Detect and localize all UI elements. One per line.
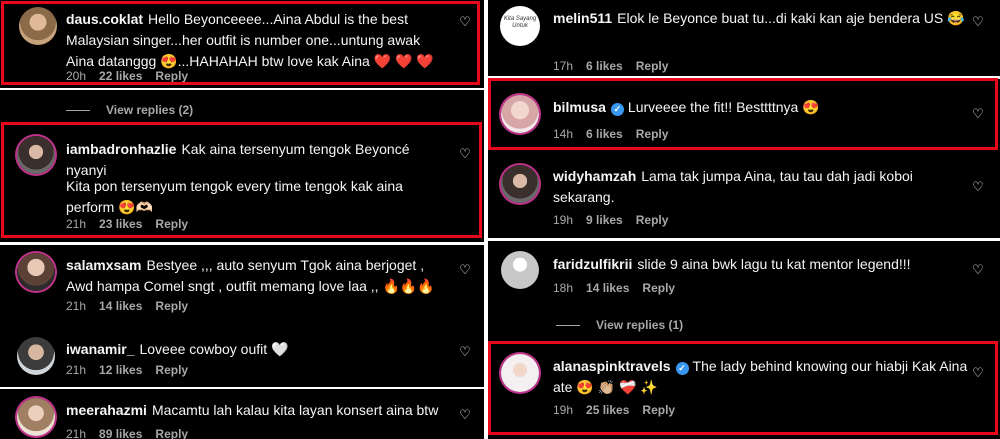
- comment-age: 21h: [66, 427, 87, 439]
- heart-outline-icon[interactable]: ♡: [458, 345, 472, 359]
- comment-username[interactable]: salamxsam: [66, 257, 142, 273]
- comment-text: faridzulfikrii slide 9 aina bwk lagu tu k…: [553, 254, 968, 275]
- divider-line: [66, 110, 90, 112]
- comment-age: 18h: [553, 281, 574, 295]
- reply-button[interactable]: Reply: [155, 299, 188, 313]
- comment-age: 17h: [553, 59, 574, 73]
- comment-body: Macamtu lah kalau kita layan konsert ain…: [151, 402, 439, 418]
- left-comment-panel: daus.coklat Hello Beyonceeee...Aina Abdul…: [0, 0, 484, 439]
- comment-age: 19h: [553, 213, 574, 227]
- heart-outline-icon[interactable]: ♡: [971, 263, 985, 277]
- comment-body: slide 9 aina bwk lagu tu kat mentor lege…: [637, 256, 911, 272]
- panel-separator: [0, 88, 484, 90]
- comment-likes[interactable]: 14 likes: [586, 281, 629, 295]
- avatar[interactable]: [17, 253, 55, 291]
- avatar[interactable]: [501, 251, 539, 289]
- comment-age: 21h: [66, 363, 87, 377]
- avatar-logo-text: Kita Sayang Untuk: [503, 16, 537, 29]
- comment-meta: 18h 14 likes Reply: [553, 281, 688, 295]
- comment-meta: 21h 89 likes Reply: [66, 427, 201, 439]
- comment-username[interactable]: meerahazmi: [66, 402, 147, 418]
- comment-body: Elok le Beyonce buat tu...di kaki kan aj…: [617, 10, 965, 26]
- reply-button[interactable]: Reply: [636, 213, 669, 227]
- comment-body: Loveee cowboy oufit 🤍: [139, 341, 289, 357]
- reply-button[interactable]: Reply: [155, 363, 188, 377]
- comment-meta: 21h 12 likes Reply: [66, 363, 201, 377]
- heart-outline-icon[interactable]: ♡: [971, 15, 985, 29]
- view-replies-label: View replies (2): [106, 103, 194, 117]
- comment-likes[interactable]: 14 likes: [99, 299, 142, 313]
- reply-button[interactable]: Reply: [636, 59, 669, 73]
- avatar[interactable]: [17, 337, 55, 375]
- divider-line: [556, 325, 580, 327]
- avatar[interactable]: [501, 165, 539, 203]
- right-comment-panel: Kita Sayang Untuk melin511 Elok le Beyonc…: [488, 0, 1000, 439]
- comment-username[interactable]: iwanamir_: [66, 341, 134, 357]
- highlight-box: [488, 78, 998, 150]
- comment-text: meerahazmi Macamtu lah kalau kita layan k…: [66, 400, 446, 421]
- reply-button[interactable]: Reply: [155, 427, 188, 439]
- view-replies-button[interactable]: View replies (2): [66, 103, 193, 117]
- heart-outline-icon[interactable]: ♡: [971, 180, 985, 194]
- comment-text: salamxsam Bestyee ,,, auto senyum Tgok ai…: [66, 255, 446, 297]
- heart-outline-icon[interactable]: ♡: [458, 408, 472, 422]
- comment-likes[interactable]: 9 likes: [586, 213, 623, 227]
- view-replies-button[interactable]: View replies (1): [556, 318, 683, 332]
- comment-text: iwanamir_ Loveee cowboy oufit 🤍: [66, 339, 446, 360]
- panel-separator: [0, 387, 484, 389]
- highlight-box: [488, 341, 998, 435]
- comment-username[interactable]: faridzulfikrii: [553, 256, 632, 272]
- comment-age: 21h: [66, 299, 87, 313]
- view-replies-label: View replies (1): [596, 318, 684, 332]
- comment-meta: 21h 14 likes Reply: [66, 299, 201, 313]
- comment-text: widyhamzah Lama tak jumpa Aina, tau tau d…: [553, 166, 933, 208]
- comment-meta: 17h 6 likes Reply: [553, 59, 681, 73]
- comment-likes[interactable]: 6 likes: [586, 59, 623, 73]
- comment-username[interactable]: melin511: [553, 10, 612, 26]
- highlight-box: [1, 122, 482, 238]
- highlight-box: [1, 1, 480, 85]
- comment-text: melin511 Elok le Beyonce buat tu...di kak…: [553, 8, 968, 29]
- comment-meta: 19h 9 likes Reply: [553, 213, 681, 227]
- heart-outline-icon[interactable]: ♡: [458, 263, 472, 277]
- avatar[interactable]: Kita Sayang Untuk: [500, 6, 540, 46]
- panel-separator: [488, 238, 1000, 241]
- comment-likes[interactable]: 12 likes: [99, 363, 142, 377]
- reply-button[interactable]: Reply: [642, 281, 675, 295]
- panel-separator: [0, 242, 484, 245]
- comment-username[interactable]: widyhamzah: [553, 168, 636, 184]
- comment-likes[interactable]: 89 likes: [99, 427, 142, 439]
- avatar[interactable]: [17, 398, 55, 436]
